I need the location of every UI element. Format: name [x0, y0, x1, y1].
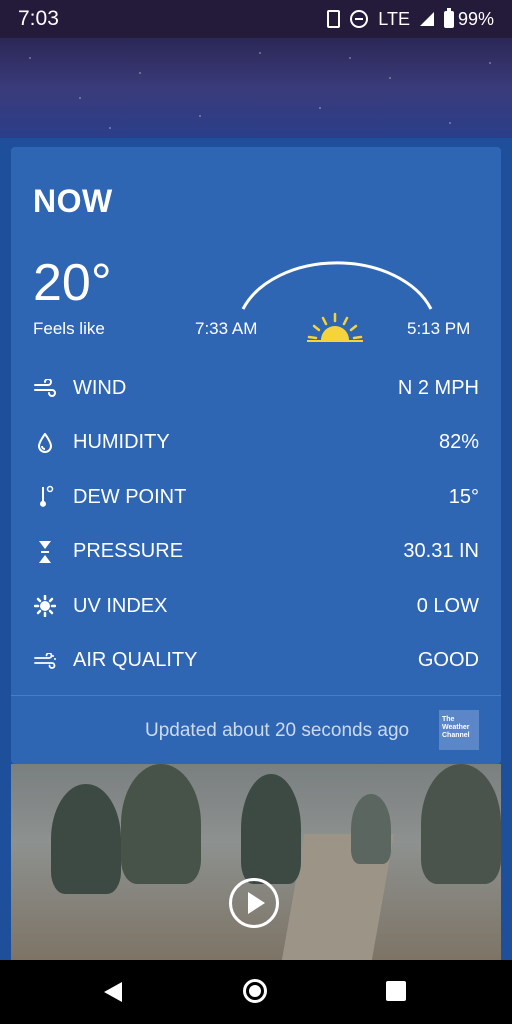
- pressure-icon: [33, 540, 57, 564]
- play-button[interactable]: [229, 878, 279, 928]
- current-temperature: 20°: [33, 254, 112, 312]
- back-button[interactable]: [104, 982, 122, 1002]
- video-thumbnail[interactable]: [11, 764, 501, 960]
- status-bar: 7:03 LTE 99%: [0, 0, 512, 38]
- updated-timestamp: Updated about 20 seconds ago: [145, 720, 410, 741]
- condition-label: WIND: [73, 376, 127, 399]
- status-time: 7:03: [18, 7, 59, 30]
- air-quality-icon: [33, 649, 57, 673]
- battery-indicator: 99%: [443, 8, 494, 30]
- condition-row-wind: WIND N 2 MPH: [11, 361, 501, 416]
- condition-value: GOOD: [417, 649, 479, 672]
- condition-value: N 2 MPH: [397, 376, 479, 399]
- home-button[interactable]: [243, 979, 267, 1003]
- recent-apps-button[interactable]: [386, 981, 406, 1001]
- night-sky-background: [0, 38, 512, 138]
- battery-percent: 99%: [457, 8, 494, 29]
- condition-value: 0 LOW: [416, 594, 479, 617]
- sunrise-time: 7:33 AM: [195, 319, 258, 338]
- status-icons: LTE 99%: [327, 8, 494, 30]
- condition-label: HUMIDITY: [73, 431, 170, 454]
- condition-row-dew-point: DEW POINT 15°: [11, 470, 501, 525]
- condition-value: 30.31 IN: [403, 540, 479, 563]
- tree-image-detail: [351, 794, 391, 864]
- condition-value: 82%: [438, 431, 479, 454]
- card-title: NOW: [33, 183, 113, 219]
- condition-label: UV INDEX: [73, 594, 168, 617]
- sunset-time: 5:13 PM: [407, 319, 471, 338]
- weather-channel-logo: The Weather Channel: [439, 710, 479, 750]
- condition-row-humidity: HUMIDITY 82%: [11, 416, 501, 471]
- tree-image-detail: [241, 774, 301, 884]
- condition-label: AIR QUALITY: [73, 649, 198, 672]
- sun-path-arc: [241, 261, 433, 310]
- condition-label: PRESSURE: [73, 540, 184, 563]
- do-not-disturb-icon: [350, 10, 369, 28]
- condition-row-uv-index: UV INDEX 0 LOW: [11, 579, 501, 634]
- conditions-list: WIND N 2 MPH HUMIDITY 82% DEW POINT 15° …: [11, 361, 501, 688]
- tree-image-detail: [51, 784, 121, 894]
- card-divider: [11, 695, 501, 696]
- wind-icon: [33, 376, 57, 400]
- tree-image-detail: [121, 764, 201, 884]
- condition-row-pressure: PRESSURE 30.31 IN: [11, 525, 501, 580]
- condition-value: 15°: [448, 485, 479, 508]
- system-nav-bar: [0, 960, 512, 1024]
- battery-icon: [443, 8, 454, 29]
- feels-like-label: Feels like: [33, 319, 105, 338]
- uv-sun-icon: [33, 594, 57, 618]
- tree-image-detail: [421, 764, 501, 884]
- network-type: LTE: [378, 8, 410, 29]
- thermometer-icon: [33, 485, 57, 509]
- signal-icon: [419, 12, 434, 26]
- droplet-icon: [33, 431, 57, 455]
- condition-label: DEW POINT: [73, 485, 187, 508]
- sun-icon: [307, 312, 363, 342]
- vibrate-icon: [327, 10, 341, 28]
- condition-row-air-quality: AIR QUALITY GOOD: [11, 634, 501, 689]
- current-conditions-card[interactable]: NOW 20° Feels like 7:33 AM 5:13 PM WIND …: [11, 147, 501, 764]
